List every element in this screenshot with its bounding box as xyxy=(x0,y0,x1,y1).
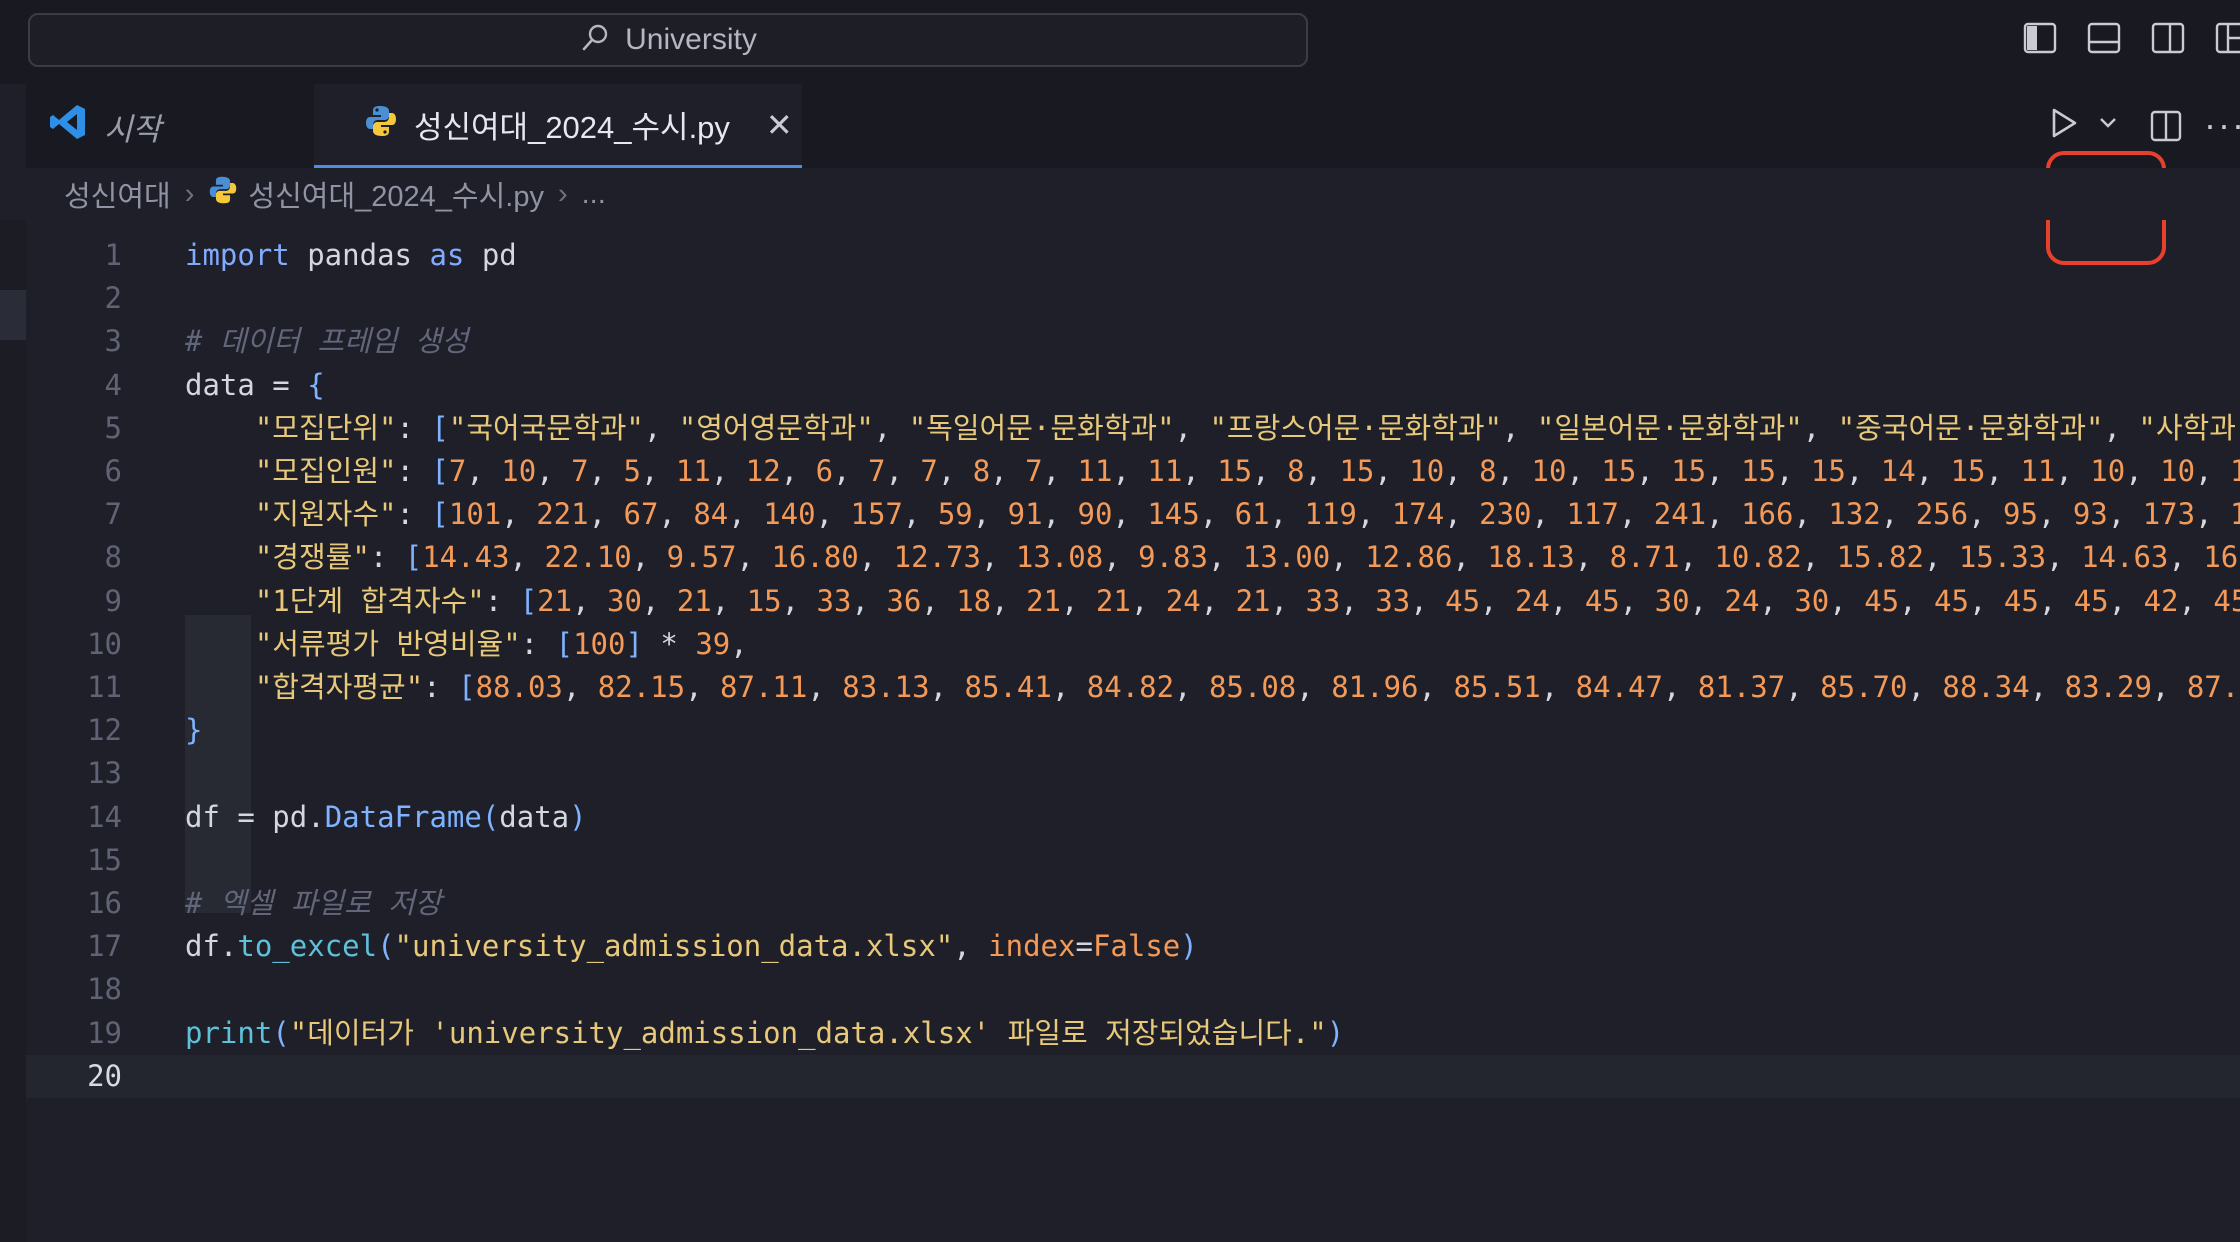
breadcrumb-file[interactable]: 성신여대_2024_수시.py xyxy=(248,173,544,215)
code-line[interactable]: 16 # 엑셀 파일로 저장 xyxy=(26,882,2240,925)
code-text[interactable]: # 엑셀 파일로 저장 xyxy=(185,882,442,925)
code-text[interactable]: "경쟁률": [14.43, 22.10, 9.57, 16.80, 12.73… xyxy=(185,536,2240,579)
line-number: 9 xyxy=(104,583,122,618)
python-file-icon xyxy=(208,175,238,213)
more-actions-icon[interactable]: ··· xyxy=(2204,104,2240,146)
code-line[interactable]: 12} xyxy=(26,709,2240,752)
code-line[interactable]: 1 import pandas as pd xyxy=(26,234,2240,277)
code-text[interactable]: df.to_excel("university_admission_data.x… xyxy=(185,925,1198,968)
code-line[interactable]: 17 df.to_excel("university_admission_data… xyxy=(26,925,2240,968)
gutter-strip xyxy=(0,220,26,1242)
code-editor[interactable]: 1 import pandas as pd 2 3 # 데이터 프레임 생성 4 data … xyxy=(26,220,2240,1242)
line-number: 20 xyxy=(87,1058,122,1093)
title-bar: University xyxy=(0,0,2240,84)
search-text: University xyxy=(625,23,757,56)
code-line[interactable]: 8 "경쟁률": [14.43, 22.10, 9.57, 16.80, 12.… xyxy=(26,536,2240,579)
vscode-logo-icon xyxy=(48,102,88,150)
code-line[interactable]: 11 "합격자평균": [88.03, 82.15, 87.11, 83.13,… xyxy=(26,666,2240,709)
code-line[interactable]: 19 print("데이터가 'university_admission_data… xyxy=(26,1012,2240,1055)
split-editor-icon[interactable] xyxy=(2148,108,2184,149)
code-line[interactable]: 18 xyxy=(26,968,2240,1011)
line-number: 4 xyxy=(104,367,122,402)
python-file-icon xyxy=(364,104,398,146)
tab-active-file-label: 성신여대_2024_수시.py xyxy=(414,110,730,145)
line-number: 5 xyxy=(104,410,122,445)
chevron-down-icon[interactable] xyxy=(2098,116,2118,135)
chevron-right-icon: › xyxy=(557,177,568,210)
line-number: 19 xyxy=(87,1015,122,1050)
code-text[interactable]: "모집인원": [7, 10, 7, 5, 11, 12, 6, 7, 7, 8… xyxy=(185,450,2240,493)
code-text[interactable]: import pandas as pd xyxy=(185,234,517,277)
code-text[interactable]: "지원자수": [101, 221, 67, 84, 140, 157, 59,… xyxy=(185,493,2240,536)
code-line[interactable]: 3 # 데이터 프레임 생성 xyxy=(26,320,2240,363)
line-number: 13 xyxy=(87,756,122,791)
customize-layout-icon[interactable] xyxy=(2214,20,2240,56)
code-text[interactable]: data = { xyxy=(185,364,325,407)
code-line[interactable]: 15 xyxy=(26,839,2240,882)
code-text[interactable]: } xyxy=(185,709,202,752)
code-text[interactable]: "모집단위": ["국어국문학과", "영어영문학과", "독일어문·문화학과"… xyxy=(185,407,2240,450)
code-line[interactable]: 7 "지원자수": [101, 221, 67, 84, 140, 157, 5… xyxy=(26,493,2240,536)
code-line[interactable]: 10 "서류평가 반영비율": [100] * 39, xyxy=(26,623,2240,666)
breadcrumb-folder[interactable]: 성신여대 xyxy=(64,173,171,215)
line-number: 8 xyxy=(104,540,122,575)
line-number: 16 xyxy=(87,886,122,920)
code-line[interactable]: 14 df = pd.DataFrame(data) xyxy=(26,796,2240,839)
editor-tab-bar: 시작 성신여대_2024_수시.py ✕ xyxy=(26,84,2240,265)
breadcrumb-more[interactable]: ... xyxy=(582,178,606,211)
line-number: 7 xyxy=(104,497,122,532)
code-line[interactable]: 20 xyxy=(26,1054,2240,1098)
tab-welcome-label: 시작 xyxy=(104,111,162,147)
line-number: 1 xyxy=(104,238,122,272)
code-text[interactable]: "1단계 합격자수": [21, 30, 21, 15, 33, 36, 18,… xyxy=(185,580,2240,623)
line-number: 12 xyxy=(87,713,122,748)
tab-active-file[interactable]: 성신여대_2024_수시.py ✕ xyxy=(314,84,802,168)
code-line[interactable]: 6 "모집인원": [7, 10, 7, 5, 11, 12, 6, 7, 7,… xyxy=(26,450,2240,493)
code-text[interactable]: print("데이터가 'university_admission_data.x… xyxy=(185,1012,1344,1055)
tab-welcome[interactable]: 시작 xyxy=(26,84,314,168)
line-number: 3 xyxy=(104,324,122,359)
line-number: 15 xyxy=(87,842,122,877)
line-number: 2 xyxy=(104,281,122,316)
line-number: 17 xyxy=(87,929,122,964)
line-number: 6 xyxy=(104,454,122,488)
line-number: 11 xyxy=(87,670,122,704)
scroll-marker xyxy=(0,290,26,340)
breadcrumb: 성신여대 › 성신여대_2024_수시.py › ... xyxy=(26,168,2240,220)
code-line[interactable]: 2 xyxy=(26,277,2240,320)
command-center-search[interactable]: University xyxy=(28,13,1308,67)
search-icon xyxy=(579,22,611,59)
layout-controls xyxy=(2022,20,2240,56)
code-text[interactable]: df = pd.DataFrame(data) xyxy=(185,796,587,839)
play-icon[interactable] xyxy=(2048,106,2080,145)
code-line[interactable]: 4 data = { xyxy=(26,364,2240,407)
line-number: 14 xyxy=(87,799,122,834)
line-number: 10 xyxy=(87,626,122,661)
code-text[interactable]: # 데이터 프레임 생성 xyxy=(185,320,468,363)
close-icon[interactable]: ✕ xyxy=(766,106,793,144)
code-line[interactable]: 13 xyxy=(26,752,2240,795)
code-line[interactable]: 9 "1단계 합격자수": [21, 30, 21, 15, 33, 36, 1… xyxy=(26,580,2240,623)
chevron-right-icon: › xyxy=(184,177,195,210)
run-python-file-button[interactable] xyxy=(2048,106,2118,145)
toggle-secondary-sidebar-icon[interactable] xyxy=(2150,20,2186,56)
code-text[interactable]: "서류평가 반영비율": [100] * 39, xyxy=(185,623,748,666)
toggle-panel-icon[interactable] xyxy=(2086,20,2122,56)
toggle-primary-sidebar-icon[interactable] xyxy=(2022,20,2058,56)
line-number: 18 xyxy=(87,972,122,1007)
code-text[interactable]: "합격자평균": [88.03, 82.15, 87.11, 83.13, 85… xyxy=(185,666,2240,709)
code-line[interactable]: 5 "모집단위": ["국어국문학과", "영어영문학과", "독일어문·문화학… xyxy=(26,407,2240,450)
